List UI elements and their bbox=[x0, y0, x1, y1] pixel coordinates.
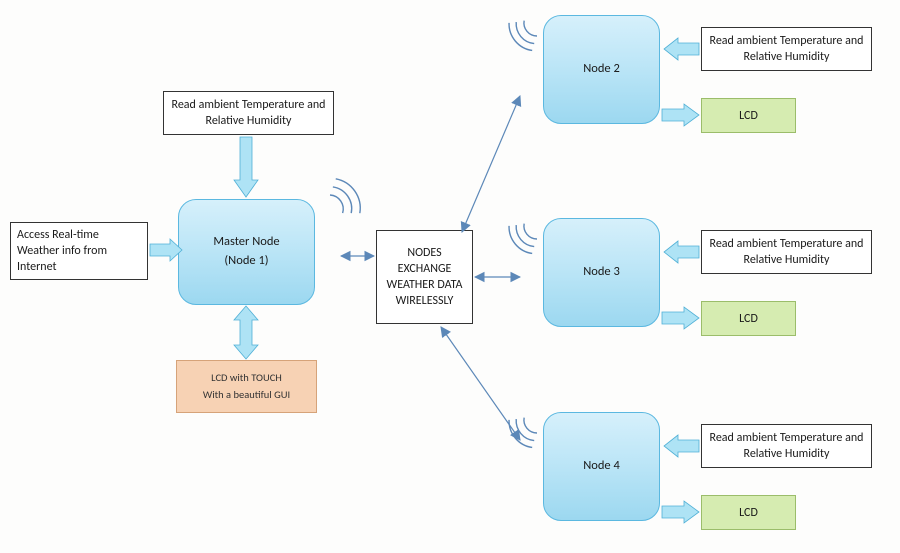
access-internet-box: Access Real-time Weather info from Inter… bbox=[10, 222, 148, 280]
arrow-exchange-to-node4 bbox=[441, 327, 520, 440]
master-node: Master Node (Node 1) bbox=[178, 199, 315, 305]
node2-lcd-box: LCD bbox=[701, 98, 796, 133]
master-lcd-box: LCD with TOUCH With a beautiful GUI bbox=[176, 360, 317, 413]
arrow-sensor-to-node3 bbox=[664, 241, 699, 263]
wireless-icon-master bbox=[324, 174, 367, 221]
wireless-icon-node3 bbox=[504, 218, 542, 258]
master-lcd-line1: LCD with TOUCH bbox=[211, 370, 282, 387]
exchange-box: NODES EXCHANGE WEATHER DATA WIRELESSLY bbox=[376, 230, 473, 324]
master-sensor-box: Read ambient Temperature and Relative Hu… bbox=[163, 91, 334, 135]
arrow-node2-to-lcd bbox=[662, 104, 699, 126]
wireless-icon-node4 bbox=[504, 412, 542, 452]
arrow-sensor-to-master bbox=[234, 137, 258, 197]
node4-sensor-box: Read ambient Temperature and Relative Hu… bbox=[701, 424, 872, 468]
node-3: Node 3 bbox=[543, 218, 660, 327]
node2-sensor-box: Read ambient Temperature and Relative Hu… bbox=[701, 27, 872, 71]
node4-lcd-box: LCD bbox=[701, 495, 796, 530]
node-4: Node 4 bbox=[543, 412, 660, 521]
node3-lcd-box: LCD bbox=[701, 301, 796, 336]
node3-sensor-box: Read ambient Temperature and Relative Hu… bbox=[701, 230, 872, 274]
arrow-exchange-to-node2 bbox=[462, 96, 520, 232]
arrow-node4-to-lcd bbox=[662, 501, 699, 523]
master-lcd-line2: With a beautiful GUI bbox=[203, 387, 290, 404]
wireless-icon-node2 bbox=[504, 15, 542, 55]
arrow-sensor-to-node2 bbox=[664, 38, 699, 60]
arrow-sensor-to-node4 bbox=[664, 435, 699, 457]
node-2: Node 2 bbox=[543, 15, 660, 124]
arrow-node3-to-lcd bbox=[662, 307, 699, 329]
arrow-master-to-lcd bbox=[234, 306, 258, 359]
